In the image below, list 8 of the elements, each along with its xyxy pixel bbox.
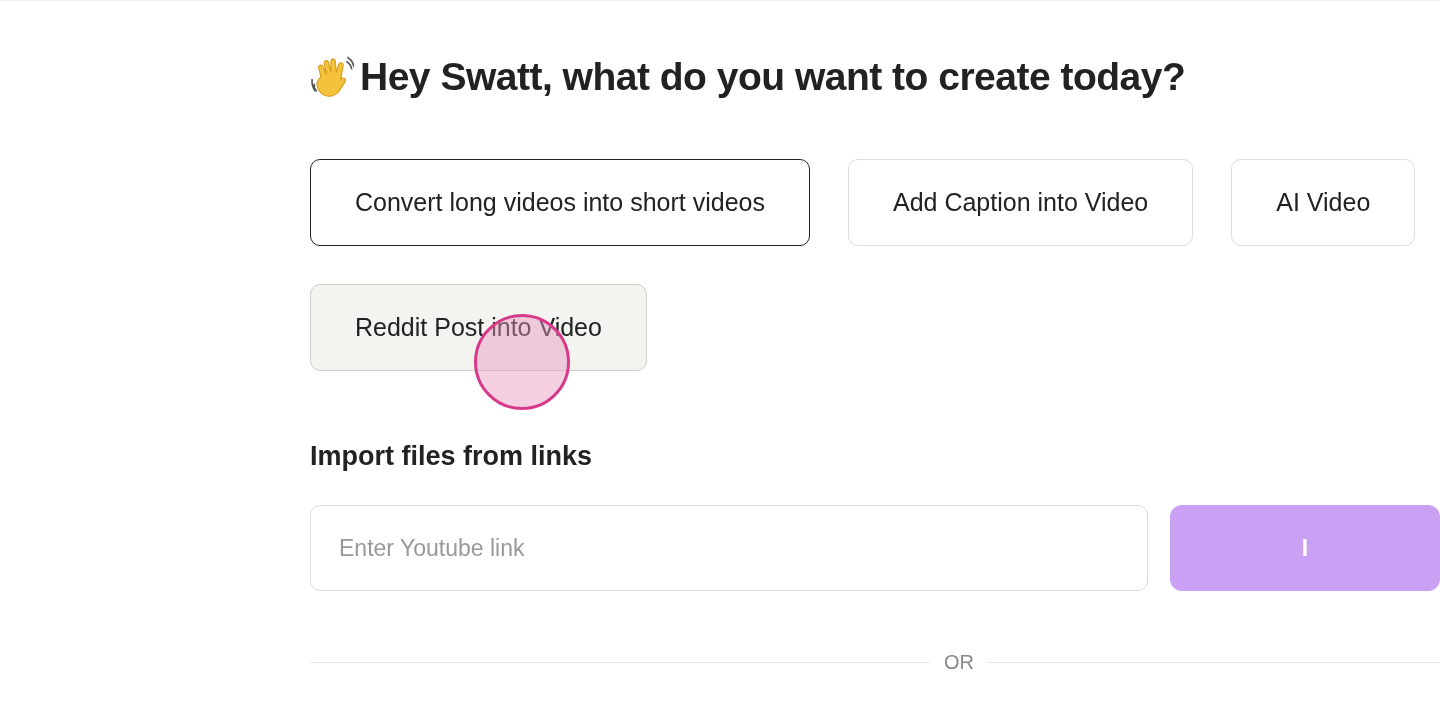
section-title: Import files from links [310, 441, 594, 472]
divider-text: OR [944, 651, 974, 674]
link-input-field[interactable]: Enter Youtube link [310, 505, 1148, 591]
heading-text: Hey Swatt, what do you want to create today? [360, 55, 1186, 99]
option-card[interactable]: AI Video [1231, 159, 1416, 246]
option-card[interactable]: Convert long videos into short videos [310, 159, 810, 246]
option-card[interactable]: Add Caption into Video [847, 159, 1194, 246]
waving-hand-icon [310, 55, 354, 99]
